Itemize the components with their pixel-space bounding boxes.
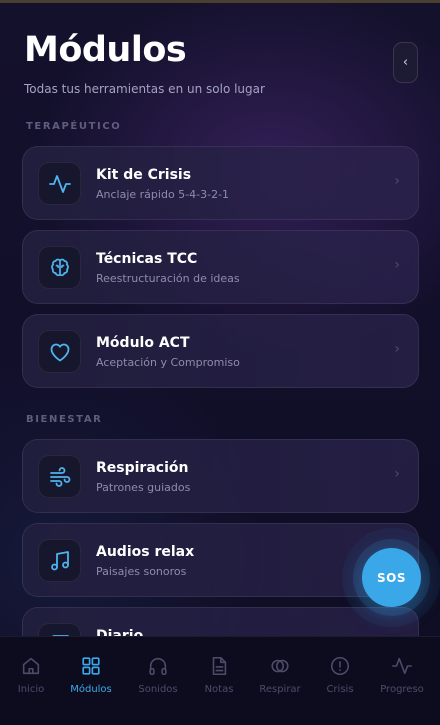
tab-home[interactable]: Inicio bbox=[0, 637, 62, 709]
tab-label: Respirar bbox=[259, 684, 301, 695]
card-subtitle: Anclaje rápido 5-4-3-2-1 bbox=[96, 188, 230, 201]
sos-button[interactable]: SOS bbox=[362, 548, 421, 607]
card-subtitle: Patrones guiados bbox=[96, 481, 191, 494]
card-icon-box bbox=[38, 162, 81, 205]
tab-label: Notas bbox=[204, 684, 234, 695]
card-title: Módulo ACT bbox=[96, 335, 190, 351]
tab-label: Progreso bbox=[380, 684, 424, 695]
chevron-right-icon: › bbox=[394, 173, 400, 189]
chevron-right-icon: › bbox=[394, 257, 400, 273]
module-card-crisis-kit[interactable]: Kit de Crisis Anclaje rápido 5-4-3-2-1 › bbox=[22, 146, 419, 220]
tab-label: Inicio bbox=[17, 684, 45, 695]
home-icon bbox=[22, 657, 40, 675]
pulse-icon bbox=[48, 174, 71, 193]
card-title: Audios relax bbox=[96, 544, 195, 560]
brain-icon bbox=[50, 258, 69, 276]
alert-icon bbox=[330, 656, 350, 676]
tab-crisis[interactable]: Crisis bbox=[309, 637, 371, 709]
document-icon bbox=[212, 656, 227, 676]
breathe-icon bbox=[271, 659, 289, 673]
chevron-right-icon: › bbox=[394, 466, 400, 482]
module-card-relax-audio[interactable]: Audios relax Paisajes sonoros › bbox=[22, 523, 419, 597]
section-label-therapeutic: TERAPÉUTICO bbox=[26, 121, 122, 132]
card-icon-box bbox=[38, 246, 81, 289]
page-subtitle: Todas tus herramientas en un solo lugar bbox=[24, 82, 265, 96]
card-icon-box bbox=[38, 539, 81, 582]
activity-icon bbox=[392, 657, 412, 675]
module-card-breathing[interactable]: Respiración Patrones guiados › bbox=[22, 439, 419, 513]
tab-sounds[interactable]: Sonidos bbox=[127, 637, 189, 709]
bottom-tab-bar: Inicio Módulos Sonidos Notas Respirar Cr… bbox=[0, 636, 440, 725]
tab-progress[interactable]: Progreso bbox=[371, 637, 433, 709]
card-subtitle: Aceptación y Compromiso bbox=[96, 356, 240, 369]
sos-label: SOS bbox=[377, 570, 406, 585]
page-title: Módulos bbox=[24, 30, 187, 70]
wind-icon bbox=[49, 466, 70, 487]
heart-icon bbox=[50, 343, 69, 361]
back-button[interactable]: ‹ bbox=[393, 42, 418, 83]
tab-label: Sonidos bbox=[138, 684, 178, 695]
tab-notes[interactable]: Notas bbox=[188, 637, 250, 709]
section-label-wellbeing: BIENESTAR bbox=[26, 414, 103, 425]
card-title: Kit de Crisis bbox=[96, 167, 192, 183]
tab-label: Módulos bbox=[70, 684, 112, 695]
card-title: Respiración bbox=[96, 460, 189, 476]
chevron-left-icon: ‹ bbox=[402, 55, 409, 70]
card-title: Técnicas TCC bbox=[96, 251, 198, 267]
top-divider bbox=[0, 0, 440, 3]
chevron-right-icon: › bbox=[394, 341, 400, 357]
tab-label: Crisis bbox=[326, 684, 354, 695]
tab-breathe[interactable]: Respirar bbox=[249, 637, 311, 709]
card-icon-box bbox=[38, 455, 81, 498]
card-icon-box bbox=[38, 330, 81, 373]
modules-screen: Módulos Todas tus herramientas en un sol… bbox=[0, 0, 440, 725]
music-icon bbox=[50, 550, 69, 570]
tab-modules[interactable]: Módulos bbox=[60, 637, 122, 709]
grid-icon bbox=[82, 657, 100, 675]
card-subtitle: Paisajes sonoros bbox=[96, 565, 187, 578]
headphones-icon bbox=[149, 657, 167, 676]
module-card-cbt[interactable]: Técnicas TCC Reestructuración de ideas › bbox=[22, 230, 419, 304]
card-subtitle: Reestructuración de ideas bbox=[96, 272, 240, 285]
module-card-act[interactable]: Módulo ACT Aceptación y Compromiso › bbox=[22, 314, 419, 388]
